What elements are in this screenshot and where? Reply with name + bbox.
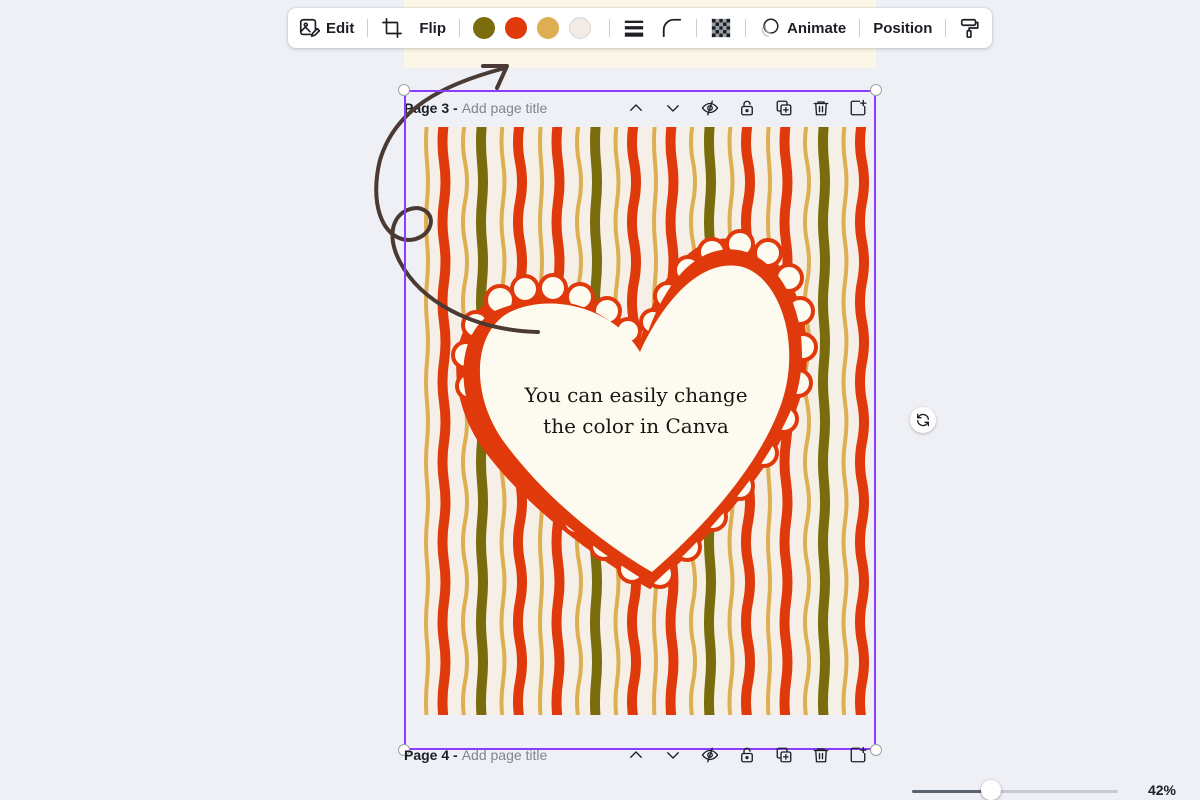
add-page-button[interactable] bbox=[839, 741, 876, 769]
zoom-slider-handle[interactable] bbox=[980, 780, 1001, 800]
delete-icon bbox=[813, 748, 828, 763]
add-page-icon bbox=[850, 746, 867, 763]
zoom-slider[interactable] bbox=[912, 790, 1118, 793]
delete-page-button[interactable] bbox=[802, 741, 839, 769]
page-4-header: Page 4 - Add page title bbox=[404, 741, 876, 769]
heart-text-line-1: You can easily change bbox=[524, 383, 748, 407]
hide-page-icon bbox=[701, 747, 718, 763]
chevron-down-icon bbox=[666, 752, 679, 759]
page-4-label: Page 4 - bbox=[404, 747, 458, 763]
zoom-level[interactable]: 42% bbox=[1130, 782, 1176, 798]
chevron-up-icon bbox=[629, 751, 642, 758]
duplicate-page-button[interactable] bbox=[765, 741, 802, 769]
resize-handle-top-right[interactable] bbox=[870, 84, 882, 96]
resize-handle-top-left[interactable] bbox=[398, 84, 410, 96]
lock-page-button[interactable] bbox=[728, 741, 765, 769]
page-4-actions bbox=[617, 741, 876, 769]
rotate-button[interactable] bbox=[910, 407, 936, 433]
page-4-title-input[interactable]: Add page title bbox=[462, 747, 548, 763]
heart-text-line-2: the color in Canva bbox=[543, 414, 729, 438]
duplicate-page-icon bbox=[776, 747, 791, 763]
lock-icon bbox=[740, 747, 753, 763]
heart-text[interactable]: You can easily change the color in Canva bbox=[500, 380, 772, 442]
move-page-up-button[interactable] bbox=[617, 741, 654, 769]
zoom-slider-fill bbox=[912, 790, 991, 793]
hide-page-button[interactable] bbox=[691, 741, 728, 769]
move-page-down-button[interactable] bbox=[654, 741, 691, 769]
rotate-icon bbox=[917, 413, 929, 427]
